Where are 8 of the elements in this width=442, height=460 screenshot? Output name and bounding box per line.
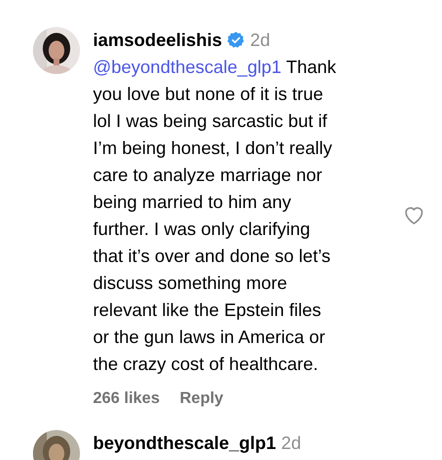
mention-link[interactable]: @beyondthescale_glp1 xyxy=(93,57,282,77)
username[interactable]: beyondthescale_glp1 xyxy=(93,432,276,454)
timestamp: 2d xyxy=(250,30,270,50)
reply-link[interactable]: Reply xyxy=(180,390,224,408)
username[interactable]: iamsodeelishis xyxy=(93,30,222,50)
likes-count[interactable]: 266 likes xyxy=(93,390,160,408)
timestamp: 2d xyxy=(281,432,302,454)
comment-text: @beyondthescale_glp1 Thank you love but none of it is true lol I was being sarcastic but if I’m being honest, I don’t really care to analyze marriage nor being married to him any further. I was only clarifying that it’s over and done so let’s discuss something more relevant like the Epstein files or the gun laws in America or the crazy cost of healthcare. xyxy=(93,56,338,376)
